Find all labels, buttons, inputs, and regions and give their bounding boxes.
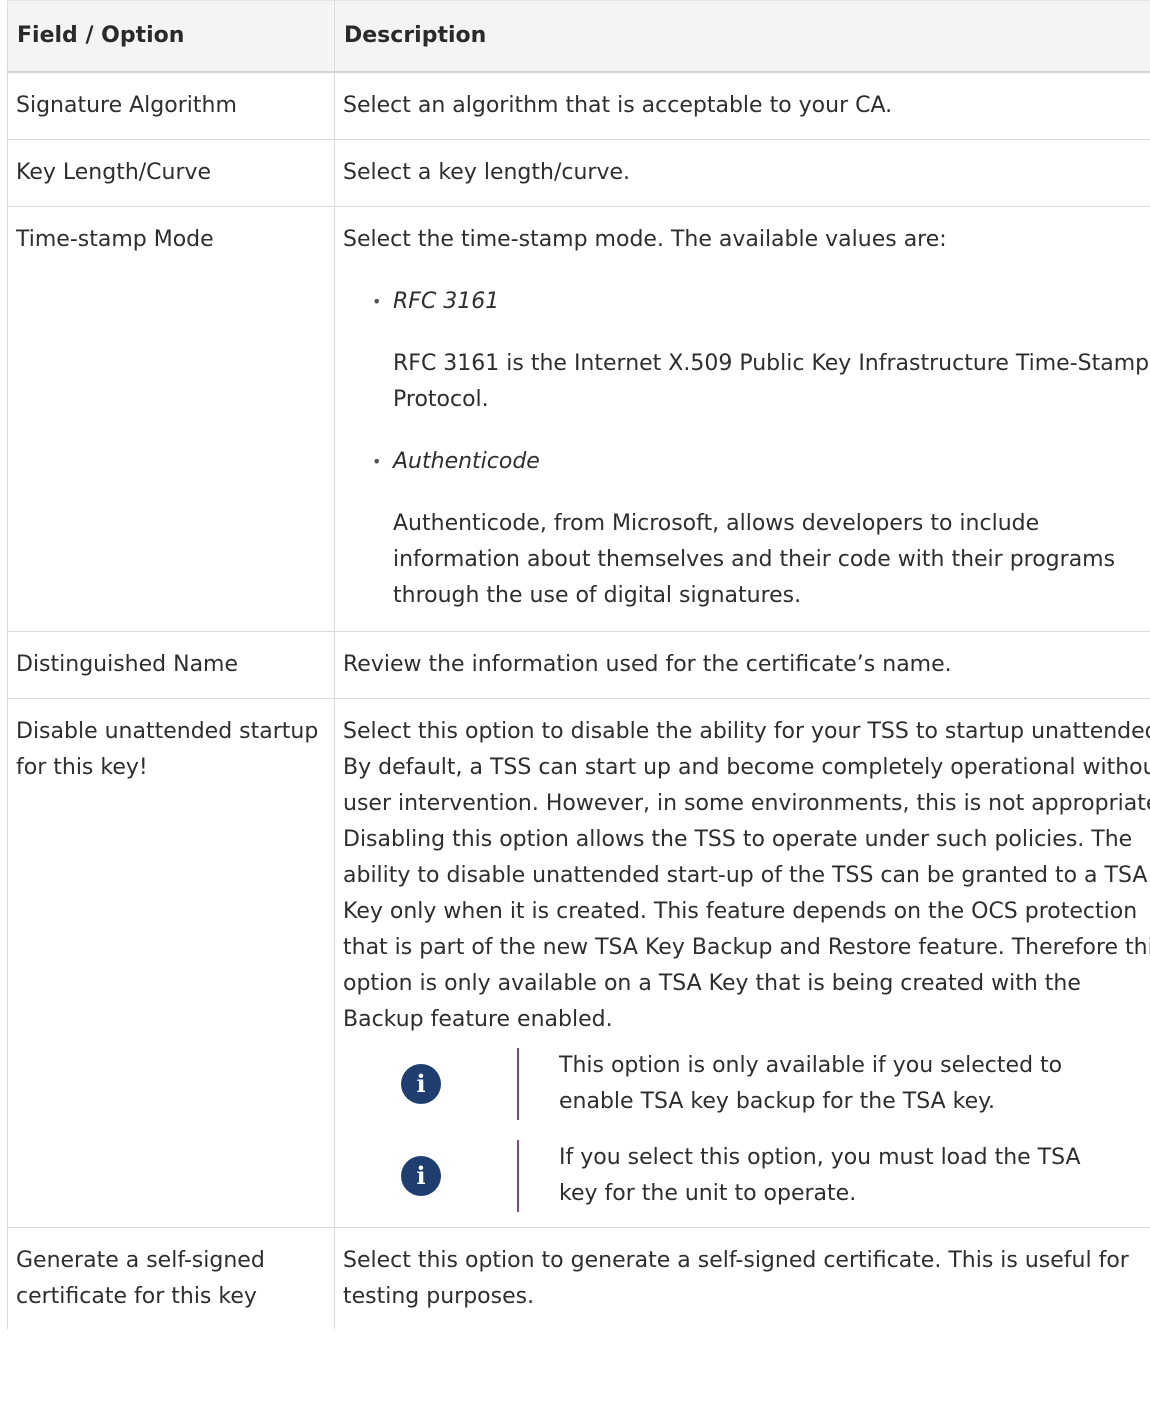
option-term: Authenticode [393, 449, 540, 474]
table-row: Distinguished Name Review the informatio… [7, 631, 1150, 699]
table-row: Key Length/Curve Select a key length/cur… [7, 139, 1150, 207]
table-row: Disable unattended startup for this key!… [7, 698, 1150, 1228]
description-cell: Select an algorithm that is acceptable t… [334, 71, 1150, 140]
field-cell: Distinguished Name [7, 631, 335, 699]
description-text: Select the time-stamp mode. The availabl… [343, 227, 947, 252]
field-cell: Key Length/Curve [7, 139, 335, 207]
table-row: Time-stamp Mode Select the time-stamp mo… [7, 206, 1150, 632]
info-icon: i [401, 1064, 441, 1104]
bullet-icon: • [372, 452, 382, 471]
note-divider [517, 1140, 519, 1212]
table-row: Generate a self-signed certificate for t… [7, 1227, 1150, 1329]
field-cell: Generate a self-signed certificate for t… [7, 1227, 335, 1329]
description-text: Select this option to disable the abilit… [343, 719, 1150, 1032]
table-header-row: Field / Option Description [7, 0, 1150, 73]
field-cell: Time-stamp Mode [7, 206, 335, 632]
list-item: • Authenticode Authenticode, from Micros… [372, 444, 1150, 614]
option-explanation: RFC 3161 is the Internet X.509 Public Ke… [393, 351, 1150, 412]
options-table: Field / Option Description Signature Alg… [7, 0, 1150, 1329]
bullet-icon: • [372, 292, 382, 311]
note-text: If you select this option, you must load… [559, 1145, 1081, 1206]
description-cell: Select this option to generate a self-si… [334, 1227, 1150, 1329]
column-header-field: Field / Option [7, 0, 335, 73]
note-text: This option is only available if you sel… [559, 1053, 1063, 1114]
option-term: RFC 3161 [393, 289, 500, 314]
note-divider [517, 1048, 519, 1120]
info-note: i This option is only available if you s… [401, 1048, 1150, 1120]
description-cell: Review the information used for the cert… [334, 631, 1150, 699]
table-row: Signature Algorithm Select an algorithm … [7, 71, 1150, 140]
description-cell: Select this option to disable the abilit… [334, 698, 1150, 1228]
column-header-description: Description [334, 0, 1150, 73]
mode-options-list: • RFC 3161 RFC 3161 is the Internet X.50… [343, 284, 1150, 614]
field-cell: Disable unattended startup for this key! [7, 698, 335, 1228]
list-item: • RFC 3161 RFC 3161 is the Internet X.50… [372, 284, 1150, 418]
info-note: i If you select this option, you must lo… [401, 1140, 1150, 1212]
description-cell: Select a key length/curve. [334, 139, 1150, 207]
description-cell: Select the time-stamp mode. The availabl… [334, 206, 1150, 632]
field-cell: Signature Algorithm [7, 71, 335, 140]
option-explanation: Authenticode, from Microsoft, allows dev… [393, 511, 1116, 608]
info-icon: i [401, 1156, 441, 1196]
